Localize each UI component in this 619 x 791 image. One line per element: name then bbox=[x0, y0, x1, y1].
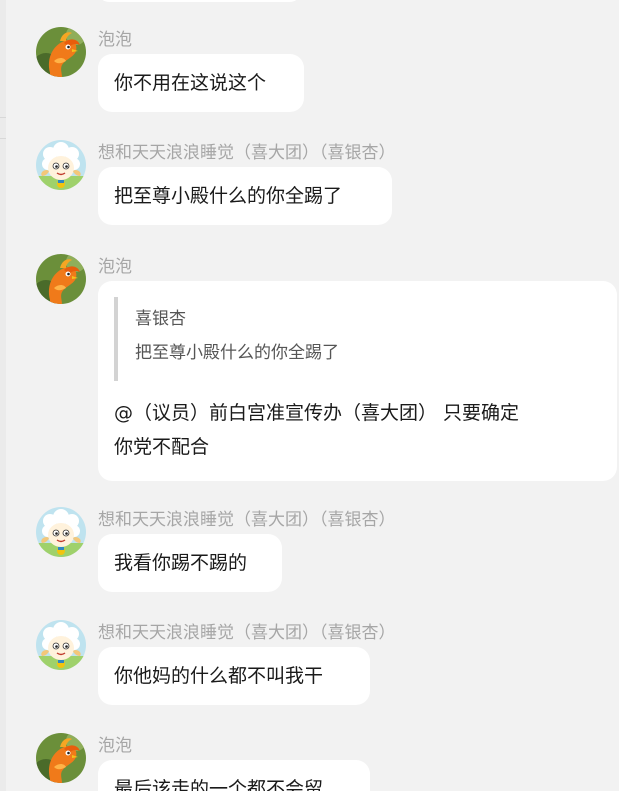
sheep-avatar-icon[interactable] bbox=[36, 507, 86, 557]
message-bubble[interactable]: 你不用在这说这个 bbox=[98, 54, 304, 112]
phoenix-avatar-icon[interactable] bbox=[36, 254, 86, 304]
reply-text-line: @（议员）前白宫准宣传办（喜大团） 只要确定 bbox=[114, 402, 520, 424]
quoted-message[interactable]: 喜银杏 把至尊小殿什么的你全踢了 bbox=[114, 297, 418, 381]
previous-message-bubble bbox=[98, 0, 301, 2]
sender-name[interactable]: 想和天天浪浪睡觉（喜大团）（喜银杏） bbox=[98, 618, 396, 643]
message-bubble[interactable]: 我看你踢不踢的 bbox=[98, 534, 282, 592]
quoted-author: 喜银杏 bbox=[135, 309, 186, 329]
message-bubble[interactable]: 最后该走的一个都不会留 bbox=[98, 760, 370, 791]
sheep-avatar-icon[interactable] bbox=[36, 620, 86, 670]
quoted-text: 把至尊小殿什么的你全踢了 bbox=[135, 343, 339, 363]
reply-message-bubble[interactable]: 喜银杏 把至尊小殿什么的你全踢了 @（议员）前白宫准宣传办（喜大团） 只要确定 … bbox=[98, 281, 617, 481]
message-bubble[interactable]: 把至尊小殿什么的你全踢了 bbox=[98, 167, 392, 225]
sender-name[interactable]: 想和天天浪浪睡觉（喜大团）（喜银杏） bbox=[98, 505, 396, 530]
reply-text-line: 你党不配合 bbox=[114, 436, 210, 458]
sender-name[interactable]: 泡泡 bbox=[98, 25, 132, 50]
panel-divider-handle[interactable] bbox=[0, 117, 6, 139]
sheep-avatar-icon[interactable] bbox=[36, 140, 86, 190]
sender-name[interactable]: 泡泡 bbox=[98, 252, 132, 277]
sender-name[interactable]: 想和天天浪浪睡觉（喜大团）（喜银杏） bbox=[98, 138, 396, 163]
phoenix-avatar-icon[interactable] bbox=[36, 27, 86, 77]
sender-name[interactable]: 泡泡 bbox=[98, 731, 132, 756]
message-bubble[interactable]: 你他妈的什么都不叫我干 bbox=[98, 647, 370, 705]
phoenix-avatar-icon[interactable] bbox=[36, 733, 86, 783]
chat-message-list[interactable]: 泡泡 你不用在这说这个 想和天天浪浪睡觉（喜大团）（喜银杏） 把至尊小殿什么的你… bbox=[0, 0, 619, 791]
